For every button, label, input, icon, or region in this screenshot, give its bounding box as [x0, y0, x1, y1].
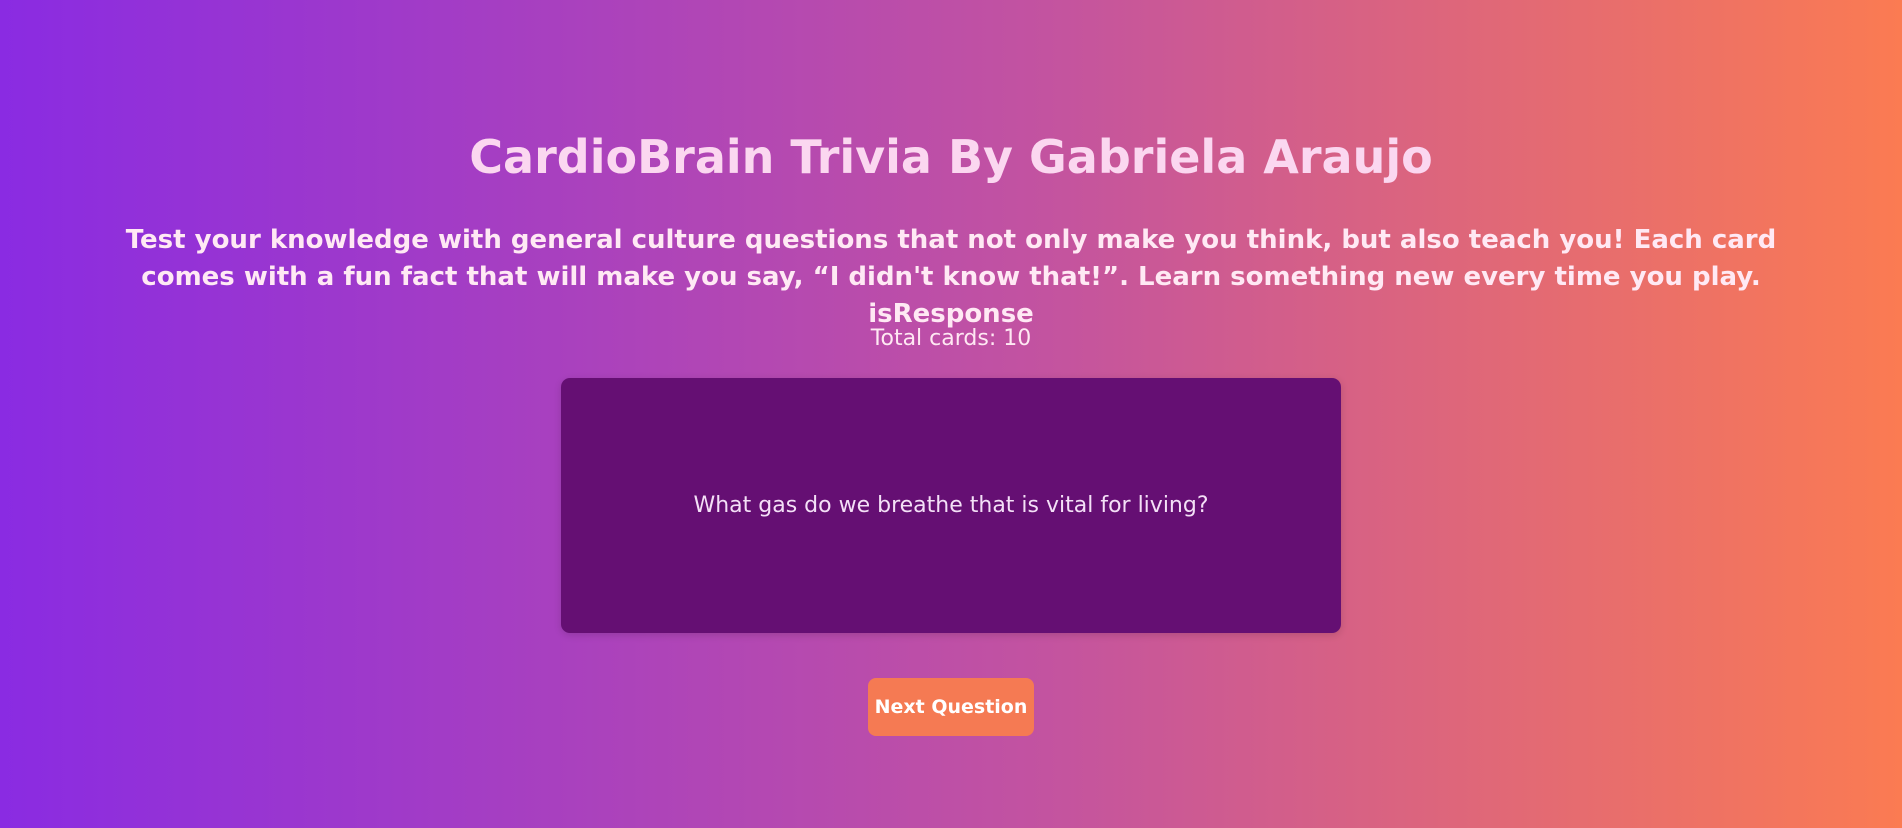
trivia-app: CardioBrain Trivia By Gabriela Araujo Te… — [0, 0, 1902, 828]
page-description: Test your knowledge with general culture… — [125, 225, 1777, 329]
flashcard[interactable]: What gas do we breathe that is vital for… — [561, 378, 1341, 633]
total-cards-count: Total cards: 10 — [870, 326, 1032, 351]
flashcard-question: What gas do we breathe that is vital for… — [693, 493, 1209, 518]
page-title: CardioBrain Trivia By Gabriela Araujo — [469, 130, 1433, 184]
next-question-button[interactable]: Next Question — [868, 678, 1034, 736]
